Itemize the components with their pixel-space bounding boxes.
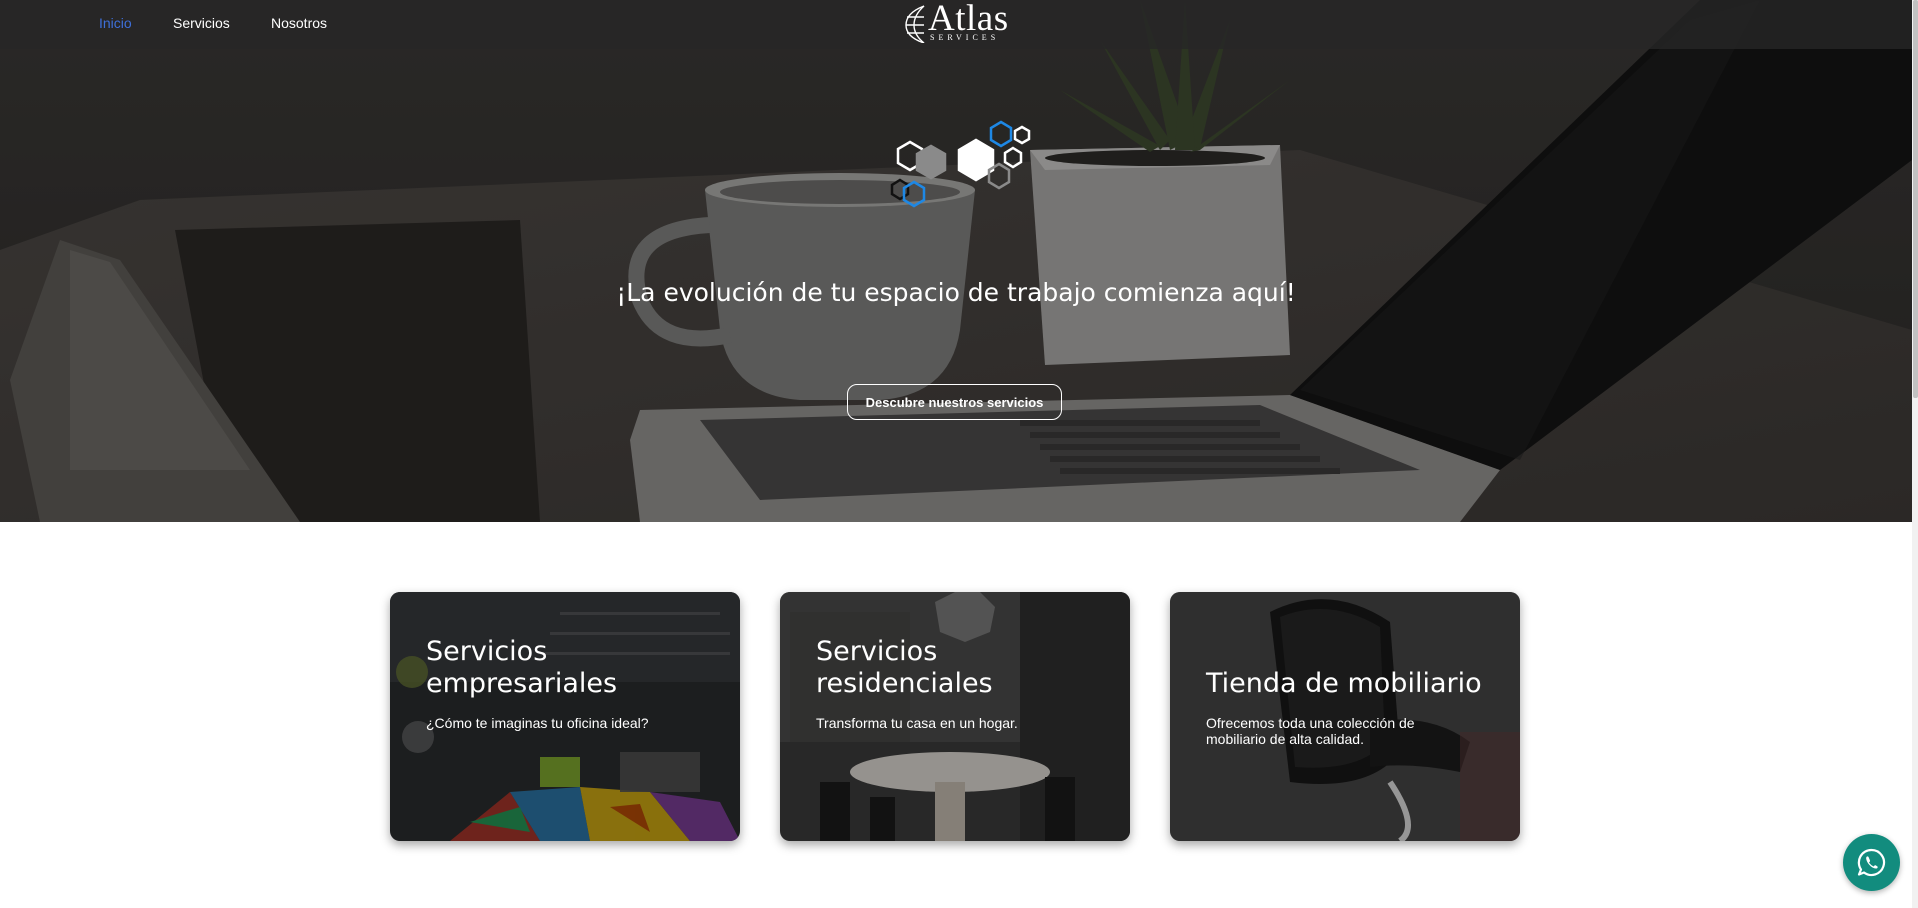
card-title: Servicios empresariales xyxy=(426,636,618,699)
card-servicios-empresariales[interactable]: Servicios empresariales ¿Cómo te imagina… xyxy=(390,592,740,841)
globe-icon xyxy=(905,5,925,43)
card-title: Tienda de mobiliario xyxy=(1206,668,1482,699)
brand-logo[interactable]: Atlas SERVICES xyxy=(904,0,1014,48)
whatsapp-button[interactable] xyxy=(1843,834,1900,891)
top-navigation: Inicio Servicios Nosotros Atlas SERVICES xyxy=(0,0,1912,49)
nav-item-inicio[interactable]: Inicio xyxy=(99,15,132,31)
card-text: Ofrecemos toda una colección de mobiliar… xyxy=(1206,715,1415,747)
hero-section: ¡La evolución de tu espacio de trabajo c… xyxy=(0,0,1912,522)
whatsapp-icon xyxy=(1857,848,1886,877)
card-tienda-mobiliario[interactable]: Tienda de mobiliario Ofrecemos toda una … xyxy=(1170,592,1520,841)
card-servicios-residenciales[interactable]: Servicios residenciales Transforma tu ca… xyxy=(780,592,1130,841)
brand-subtitle: SERVICES xyxy=(930,33,1000,42)
nav-item-servicios[interactable]: Servicios xyxy=(173,15,230,31)
scrollbar-thumb[interactable] xyxy=(1913,0,1918,398)
hero-title: ¡La evolución de tu espacio de trabajo c… xyxy=(616,278,1296,307)
discover-services-button[interactable]: Descubre nuestros servicios xyxy=(847,384,1062,420)
hero-background-image xyxy=(0,0,1912,522)
page-scrollbar[interactable] xyxy=(1912,0,1918,908)
card-title: Servicios residenciales xyxy=(816,636,993,699)
page: ¡La evolución de tu espacio de trabajo c… xyxy=(0,0,1918,908)
card-text: ¿Cómo te imaginas tu oficina ideal? xyxy=(426,715,649,731)
hexagon-cluster-icon xyxy=(890,120,1031,208)
nav-item-nosotros[interactable]: Nosotros xyxy=(271,15,327,31)
card-text: Transforma tu casa en un hogar. xyxy=(816,715,1018,731)
